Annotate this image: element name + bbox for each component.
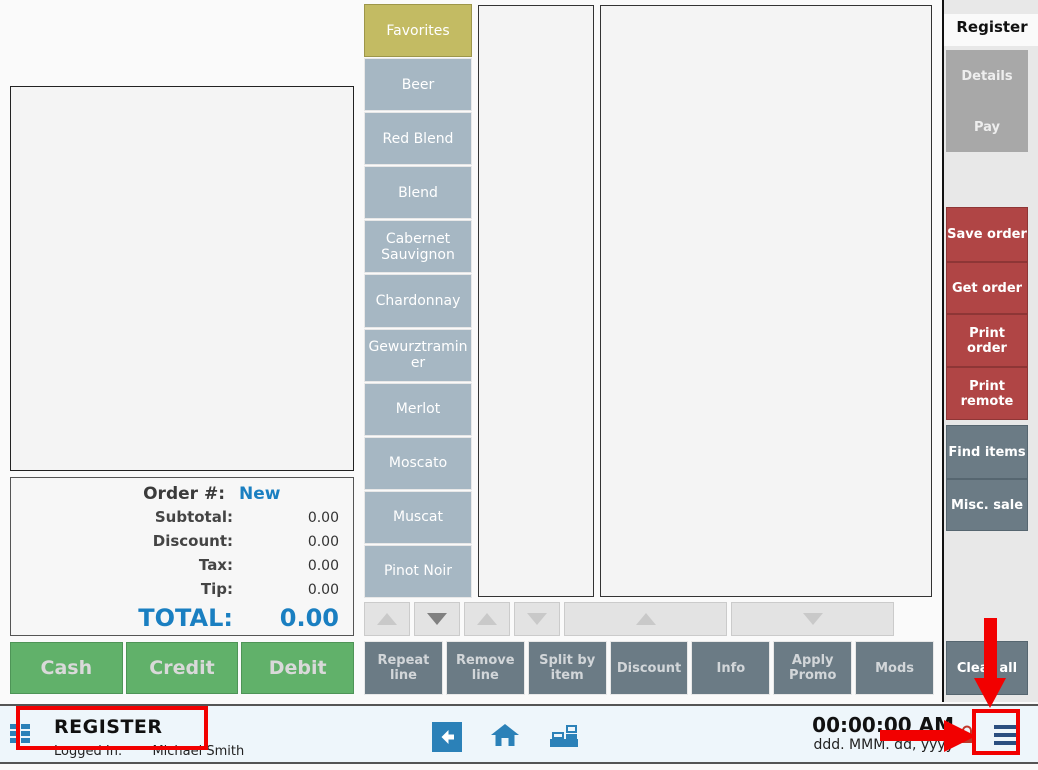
sidebar-pay-button[interactable]: Pay: [946, 102, 1028, 152]
apps-grid-icon[interactable]: [10, 724, 32, 744]
category-button-pinot-noir[interactable]: Pinot Noir: [364, 544, 472, 599]
cash-register-icon[interactable]: [548, 721, 580, 753]
logged-in-label: Logged In:: [54, 744, 123, 759]
pos-register-screen: Order #: New Subtotal: 0.00 Discount: 0.…: [0, 0, 1038, 770]
home-icon[interactable]: [490, 721, 520, 753]
category-list: Favorites Beer Red Blend Blend Cabernet …: [364, 4, 472, 599]
sidebar-title: Register: [944, 14, 1038, 46]
items-scroll-down-button[interactable]: [731, 602, 894, 636]
credit-button[interactable]: Credit: [125, 642, 239, 694]
sidebar-get-order-button[interactable]: Get order: [946, 262, 1028, 314]
discount-row: Discount: 0.00: [25, 532, 339, 556]
category-button-chardonnay[interactable]: Chardonnay: [364, 274, 472, 328]
sidebar-find-items-button[interactable]: Find items: [946, 425, 1028, 479]
category-button-muscat[interactable]: Muscat: [364, 490, 472, 544]
debit-button[interactable]: Debit: [241, 642, 355, 694]
category-scroll-up-button[interactable]: [364, 602, 410, 636]
tip-row: Tip: 0.00: [25, 580, 339, 604]
sidebar-print-order-button[interactable]: Print order: [946, 314, 1028, 367]
sidebar-clear-all-button[interactable]: Clear all: [946, 641, 1028, 695]
discount-value: 0.00: [307, 534, 339, 550]
discount-label: Discount:: [152, 532, 233, 550]
scroll-button-row: [364, 602, 934, 636]
total-value: 0.00: [279, 604, 339, 632]
order-number-row: Order #: New: [25, 484, 339, 508]
tip-value: 0.00: [307, 582, 339, 598]
mods-button[interactable]: Mods: [855, 641, 935, 695]
info-button[interactable]: Info: [691, 641, 771, 695]
sidebar-misc-sale-button[interactable]: Misc. sale: [946, 479, 1028, 531]
subcategory-panel[interactable]: [478, 5, 594, 597]
clock-date: ddd. MMM. dd, yyyy: [813, 737, 954, 753]
items-scroll-up-button[interactable]: [564, 602, 727, 636]
category-button-red-blend[interactable]: Red Blend: [364, 112, 472, 166]
subcategory-scroll-up-button[interactable]: [464, 602, 510, 636]
total-row: TOTAL: 0.00: [25, 604, 339, 638]
chevron-up-icon: [377, 613, 397, 625]
category-button-merlot[interactable]: Merlot: [364, 382, 472, 436]
line-action-button-row: Repeat line Remove line Split by item Di…: [364, 641, 935, 695]
tax-row: Tax: 0.00: [25, 556, 339, 580]
apply-promo-button[interactable]: Apply Promo: [773, 641, 853, 695]
order-number-value: New: [239, 484, 281, 504]
category-button-gewurztraminer[interactable]: Gewurztraminer: [364, 328, 472, 382]
order-line-items-display[interactable]: [10, 86, 354, 471]
sidebar-save-order-button[interactable]: Save order: [946, 207, 1028, 262]
logged-in-row: Logged In: Michael Smith: [54, 744, 244, 759]
clock-widget: 00:00:00 AM ddd. MMM. dd, yyyy: [764, 714, 954, 754]
tax-value: 0.00: [307, 558, 339, 574]
category-button-blend[interactable]: Blend: [364, 166, 472, 220]
lock-icon[interactable]: [958, 724, 976, 746]
screen-name-label: REGISTER: [54, 716, 163, 738]
order-totals-panel: Order #: New Subtotal: 0.00 Discount: 0.…: [10, 477, 354, 636]
chevron-up-icon: [635, 613, 656, 625]
category-button-moscato[interactable]: Moscato: [364, 436, 472, 490]
right-sidebar: Register Details Pay Save order Get orde…: [942, 0, 1038, 702]
repeat-line-button[interactable]: Repeat line: [364, 641, 443, 695]
chevron-down-icon: [802, 613, 823, 625]
chevron-up-icon: [477, 613, 497, 625]
nav-icon-group: [432, 716, 612, 758]
category-button-cabernet-sauvignon[interactable]: Cabernet Sauvignon: [364, 220, 472, 274]
payment-button-row: Cash Credit Debit: [10, 642, 355, 694]
subtotal-row: Subtotal: 0.00: [25, 508, 339, 532]
status-bar: REGISTER Logged In: Michael Smith 00:00:…: [0, 704, 1038, 764]
remove-line-button[interactable]: Remove line: [445, 641, 525, 695]
subcategory-scroll-down-button[interactable]: [514, 602, 560, 636]
discount-button[interactable]: Discount: [609, 641, 689, 695]
tip-label: Tip:: [200, 580, 233, 598]
subtotal-label: Subtotal:: [154, 508, 233, 526]
chevron-down-icon: [427, 613, 447, 625]
total-label: TOTAL:: [138, 604, 233, 632]
category-button-beer[interactable]: Beer: [364, 58, 472, 112]
logged-in-user: Michael Smith: [152, 744, 245, 759]
subtotal-value: 0.00: [307, 510, 339, 526]
clock-time: 00:00:00 AM: [812, 713, 954, 737]
sidebar-print-remote-button[interactable]: Print remote: [946, 367, 1028, 420]
item-grid-panel[interactable]: [600, 5, 932, 597]
hamburger-menu-icon[interactable]: [988, 718, 1024, 752]
cash-button[interactable]: Cash: [10, 642, 123, 694]
split-by-item-button[interactable]: Split by item: [527, 641, 607, 695]
sidebar-details-button[interactable]: Details: [946, 50, 1028, 102]
tax-label: Tax:: [198, 556, 233, 574]
category-scroll-down-button[interactable]: [414, 602, 460, 636]
category-button-favorites[interactable]: Favorites: [364, 4, 472, 58]
order-number-label: Order #:: [143, 484, 225, 504]
menu-lines: [994, 725, 1018, 745]
chevron-down-icon: [527, 613, 547, 625]
back-arrow-icon[interactable]: [432, 722, 462, 752]
